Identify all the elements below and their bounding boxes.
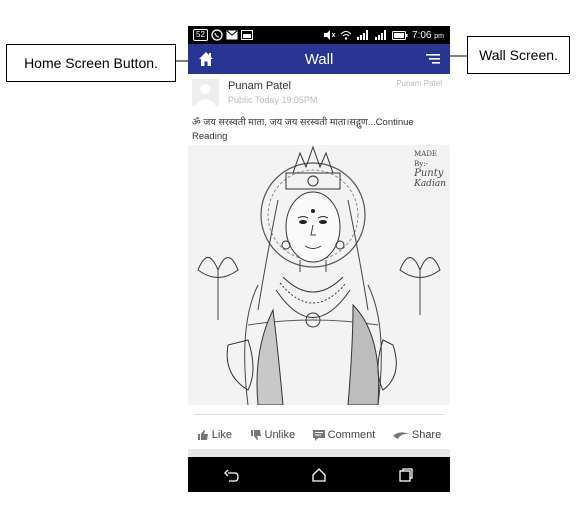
comment-button[interactable]: Comment [312, 429, 376, 441]
saraswati-sketch-image [188, 145, 450, 405]
mail-icon [226, 30, 238, 40]
unlike-button[interactable]: Unlike [250, 429, 296, 441]
home-screen-callout-text: Home Screen Button. [24, 55, 158, 71]
like-button[interactable]: Like [197, 429, 232, 441]
phone-screen: 52 7:06 pm Wall Punam Patel Public Today… [188, 26, 450, 492]
post-actions: Like Unlike Comment Share [188, 424, 450, 446]
signature-line-4: Kadian [414, 179, 446, 189]
share-icon [392, 432, 409, 439]
back-icon[interactable] [223, 467, 240, 483]
wall-screen-callout-text: Wall Screen. [479, 47, 558, 63]
comment-icon [312, 430, 325, 441]
like-label: Like [211, 429, 232, 441]
signal-icon-2 [375, 30, 387, 40]
post-meta: Public Today 19:05PM [228, 95, 318, 105]
status-time: 7:06 [412, 29, 432, 41]
wifi-icon [340, 31, 352, 40]
filter-menu-icon[interactable] [426, 53, 440, 65]
gallery-icon [240, 30, 253, 40]
page-title: Wall [304, 50, 334, 68]
home-nav-icon[interactable] [311, 467, 327, 483]
signature-line-1: MADE [414, 150, 438, 158]
home-screen-callout: Home Screen Button. [6, 44, 176, 82]
user-placeholder-icon [195, 84, 216, 106]
app-bar: Wall [188, 44, 450, 74]
signature-line-3: Punty [414, 168, 444, 179]
share-button[interactable]: Share [392, 429, 442, 441]
signal-icon-1 [357, 30, 369, 40]
wall-screen-callout: Wall Screen. [467, 36, 570, 74]
unlike-label: Unlike [264, 429, 296, 441]
bottom-separator [188, 449, 450, 457]
mute-icon [324, 30, 336, 40]
whatsapp-icon [211, 29, 223, 41]
avatar[interactable] [192, 79, 219, 106]
recent-apps-icon[interactable] [398, 467, 414, 483]
status-bar: 52 7:06 pm [188, 26, 450, 44]
post-author-right: Punam Patel [396, 79, 442, 88]
thumbs-down-icon [250, 430, 261, 440]
post-text[interactable]: ॐ जय सरस्वती माता, जय जय सरस्वती माता।सद… [192, 116, 442, 144]
thumbs-up-icon [197, 430, 208, 440]
status-ampm: pm [434, 32, 444, 40]
system-nav-bar [188, 457, 450, 492]
home-icon[interactable] [198, 51, 214, 67]
post-header: Punam Patel Public Today 19:05PM Punam P… [188, 74, 450, 116]
battery-icon [392, 30, 408, 40]
share-label: Share [411, 429, 442, 441]
post-image[interactable]: MADE By:- Punty Kadian [188, 145, 450, 405]
image-signature: MADE By:- Punty Kadian [414, 149, 446, 189]
comment-label: Comment [327, 429, 376, 441]
post-author-name[interactable]: Punam Patel [228, 80, 291, 92]
actions-divider [194, 414, 444, 415]
notification-count-badge: 52 [193, 29, 208, 41]
